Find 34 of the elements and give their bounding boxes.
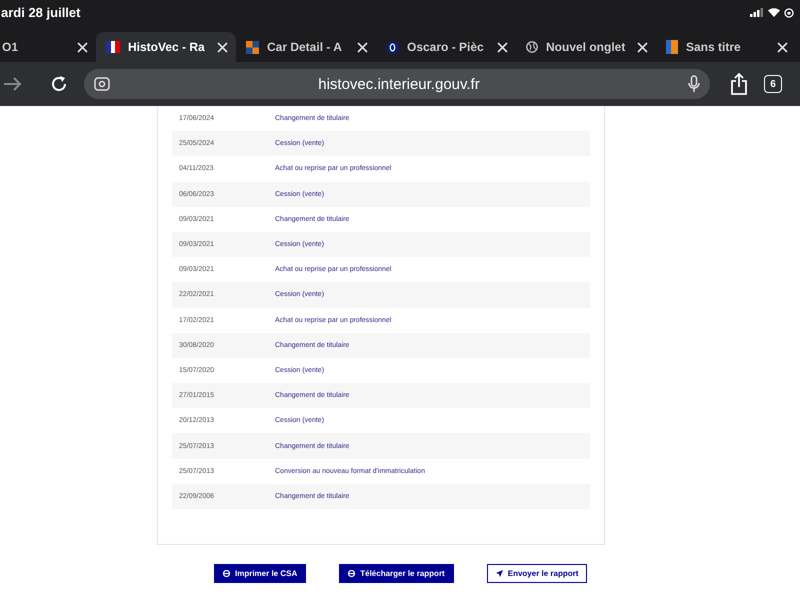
flag-icon: [106, 41, 120, 53]
status-date: ardi 28 juillet: [1, 5, 80, 20]
close-icon[interactable]: [357, 42, 368, 52]
wifi-icon: [768, 8, 780, 17]
circle-icon: [223, 570, 230, 577]
browser-tab[interactable]: O1: [0, 32, 96, 62]
action-button[interactable]: Imprimer le CSA: [214, 564, 306, 583]
globe-icon: [526, 41, 538, 53]
close-icon[interactable]: [777, 42, 788, 52]
microphone-icon[interactable]: [688, 75, 700, 93]
squares-icon: [246, 40, 259, 54]
disc-icon: [386, 40, 399, 54]
address-field[interactable]: histovec.interieur.gouv.fr: [84, 69, 710, 99]
tab-count-button[interactable]: 6: [764, 75, 782, 93]
forward-arrow-icon[interactable]: [4, 77, 22, 91]
lock-rotation-icon: [784, 8, 794, 18]
browser-tab[interactable]: Oscaro - Pièc: [376, 32, 516, 62]
browser-tab[interactable]: Sans titre: [656, 32, 796, 62]
close-icon[interactable]: [637, 42, 648, 52]
circle-icon: [348, 570, 356, 577]
close-icon[interactable]: [217, 42, 228, 52]
share-icon[interactable]: [730, 73, 748, 95]
close-icon[interactable]: [77, 42, 88, 52]
send-icon: [496, 570, 503, 577]
bars-icon: [666, 40, 678, 54]
close-icon[interactable]: [497, 42, 508, 52]
action-button[interactable]: Télécharger le rapport: [339, 564, 454, 583]
browser-tab[interactable]: HistoVec - Ra: [96, 32, 236, 62]
action-button[interactable]: Envoyer le rapport: [486, 564, 588, 583]
browser-tab[interactable]: Nouvel onglet: [516, 32, 656, 62]
signal-icon: [750, 8, 764, 17]
browser-tab[interactable]: Car Detail - A: [236, 32, 376, 62]
reload-icon[interactable]: [50, 75, 68, 93]
lens-icon: [94, 77, 110, 91]
